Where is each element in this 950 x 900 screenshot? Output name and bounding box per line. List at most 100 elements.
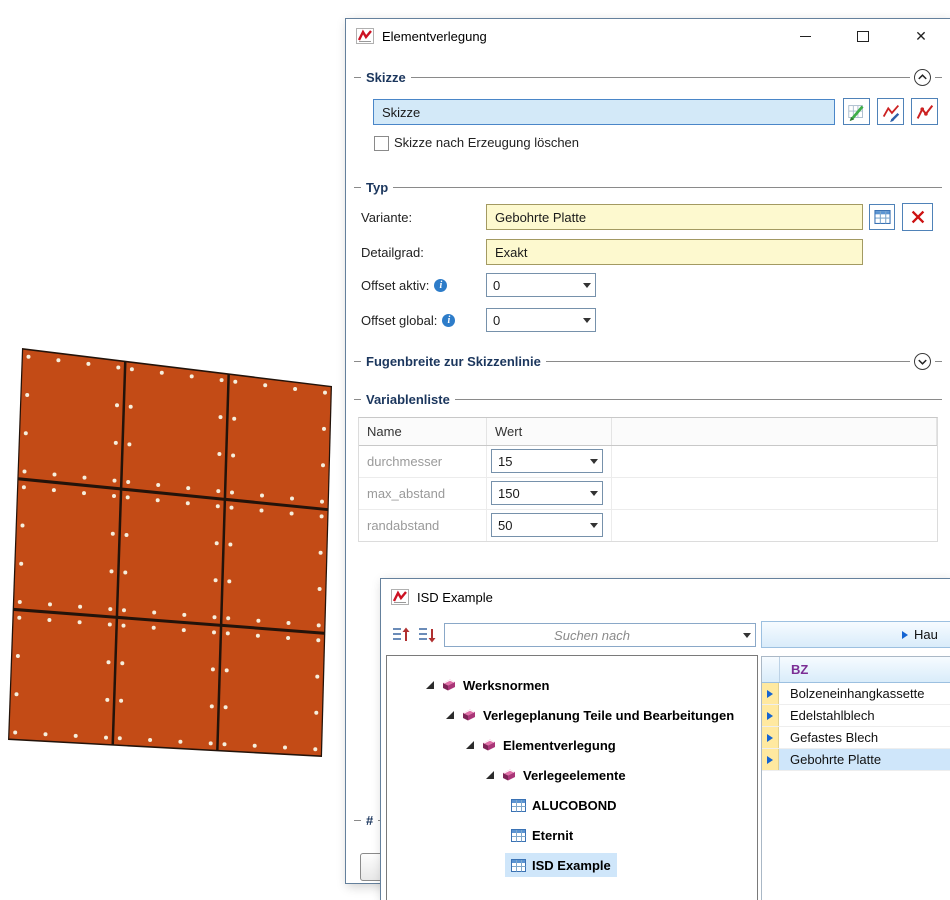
path-header-button[interactable]: Hau <box>761 621 950 648</box>
offset-global-dropdown[interactable]: 0 <box>486 308 596 332</box>
cad-viewport-panels[interactable] <box>0 340 345 770</box>
info-icon[interactable]: i <box>434 279 447 292</box>
tree-expanded-icon[interactable] <box>465 740 475 750</box>
tree-expanded-icon[interactable] <box>425 680 435 690</box>
book-icon <box>481 738 497 752</box>
tree-item-isd-example[interactable]: ISD Example <box>387 850 757 880</box>
sketch-new-icon <box>846 101 868 123</box>
tree-item-elementverlegung[interactable]: Elementverlegung <box>387 730 757 760</box>
dialog-title: ISD Example <box>417 590 493 605</box>
row-arrow-icon <box>767 734 773 742</box>
offset-aktiv-dropdown[interactable]: 0 <box>486 273 596 297</box>
variable-value-dropdown[interactable]: 15 <box>491 449 603 473</box>
minimize-button[interactable] <box>776 19 834 53</box>
tree-item-label: Elementverlegung <box>503 738 616 753</box>
variable-name: max_abstand <box>359 478 487 509</box>
arrow-right-icon <box>902 631 908 639</box>
maximize-icon <box>857 31 869 42</box>
variante-input[interactable]: Gebohrte Platte <box>486 204 863 230</box>
column-header-name: Name <box>359 418 487 445</box>
catalog-tree: Werksnormen Verlegeplanung Teile und Bea… <box>386 655 758 900</box>
path-header-label: Hau <box>914 627 938 642</box>
close-button[interactable]: ✕ <box>892 19 950 53</box>
sketch-new-button[interactable] <box>843 98 870 125</box>
maximize-button[interactable] <box>834 19 892 53</box>
search-input[interactable]: Suchen nach <box>444 623 756 647</box>
sort-ascending-button[interactable] <box>389 623 413 647</box>
variable-name: durchmesser <box>359 446 487 477</box>
detailgrad-input[interactable]: Exakt <box>486 239 863 265</box>
section-label-typ: Typ <box>361 180 393 195</box>
section-header-fugenbreite: Fugenbreite zur Skizzenlinie <box>354 352 942 370</box>
minimize-icon <box>800 36 811 37</box>
table-row[interactable]: Gefastes Blech <box>762 727 950 749</box>
dropdown-arrow-icon <box>586 459 602 464</box>
section-label-skizze: Skizze <box>361 70 411 85</box>
table-row[interactable]: Edelstahlblech <box>762 705 950 727</box>
tree-item-label: Verlegeplanung Teile und Bearbeitungen <box>483 708 734 723</box>
info-icon[interactable]: i <box>442 314 455 327</box>
search-placeholder: Suchen nach <box>445 628 739 643</box>
expand-section-button[interactable] <box>914 353 931 370</box>
sort-descending-button[interactable] <box>415 623 439 647</box>
table-row: randabstand 50 <box>359 510 937 541</box>
sketch-edit-button[interactable] <box>877 98 904 125</box>
tree-item-label: Werksnormen <box>463 678 549 693</box>
skizze-input[interactable]: Skizze <box>373 99 835 125</box>
sort-ascending-icon <box>390 624 412 646</box>
sketch-edit-icon <box>880 101 902 123</box>
tree-expanded-icon[interactable] <box>485 770 495 780</box>
table-icon <box>511 799 526 812</box>
sort-descending-icon <box>416 624 438 646</box>
close-icon: ✕ <box>915 29 927 43</box>
titlebar[interactable]: ISD Example <box>381 579 950 615</box>
table-icon <box>511 829 526 842</box>
tree-item-verlegeplanung[interactable]: Verlegeplanung Teile und Bearbeitungen <box>387 700 757 730</box>
book-icon <box>441 678 457 692</box>
book-icon <box>461 708 477 722</box>
tree-item-label: Verlegeelemente <box>523 768 626 783</box>
chevron-down-icon <box>916 355 929 368</box>
section-label-variablenliste: Variablenliste <box>361 392 455 407</box>
table-row-selected[interactable]: Gebohrte Platte <box>762 749 950 771</box>
tree-expanded-icon[interactable] <box>445 710 455 720</box>
variable-table: Name Wert durchmesser 15 max_abstand <box>358 417 938 542</box>
offset-aktiv-label: Offset aktiv: i <box>361 276 447 294</box>
section-header-typ: Typ <box>354 178 942 196</box>
catalog-table-header[interactable]: BZ <box>762 657 950 683</box>
row-arrow-icon <box>767 712 773 720</box>
section-header-variablenliste: Variablenliste <box>354 390 942 408</box>
table-row: durchmesser 15 <box>359 446 937 478</box>
tree-item-werksnormen[interactable]: Werksnormen <box>387 670 757 700</box>
variante-value: Gebohrte Platte <box>495 210 586 225</box>
tree-item-label: ALUCOBOND <box>532 798 617 813</box>
dropdown-arrow-icon <box>739 633 755 638</box>
variable-value-dropdown[interactable]: 50 <box>491 513 603 537</box>
titlebar[interactable]: Elementverlegung ✕ <box>346 19 950 53</box>
chevron-up-icon <box>916 71 929 84</box>
dropdown-arrow-icon <box>586 523 602 528</box>
dropdown-arrow-icon <box>586 491 602 496</box>
window-controls: ✕ <box>776 19 950 53</box>
section-label-fragment: # <box>361 813 378 828</box>
table-row: max_abstand 150 <box>359 478 937 510</box>
delete-sketch-checkbox[interactable] <box>374 136 389 151</box>
app-icon <box>391 589 409 605</box>
sketch-pick-button[interactable] <box>911 98 938 125</box>
variante-clear-button[interactable] <box>902 203 933 231</box>
tree-item-eternit[interactable]: Eternit <box>387 820 757 850</box>
section-label-fugenbreite: Fugenbreite zur Skizzenlinie <box>361 354 546 369</box>
table-row[interactable]: Bolzeneinhangkassette <box>762 683 950 705</box>
collapse-section-button[interactable] <box>914 69 931 86</box>
catalog-select-button[interactable] <box>869 204 895 230</box>
tree-item-label: ISD Example <box>532 858 611 873</box>
delete-sketch-checkbox-label: Skizze nach Erzeugung löschen <box>394 133 579 151</box>
column-header-wert: Wert <box>487 418 612 445</box>
variable-value-dropdown[interactable]: 150 <box>491 481 603 505</box>
tree-item-alucobond[interactable]: ALUCOBOND <box>387 790 757 820</box>
book-icon <box>501 768 517 782</box>
sketch-pick-icon <box>914 101 936 123</box>
detailgrad-value: Exakt <box>495 245 528 260</box>
catalog-table-icon <box>874 210 891 224</box>
tree-item-verlegeelemente[interactable]: Verlegeelemente <box>387 760 757 790</box>
